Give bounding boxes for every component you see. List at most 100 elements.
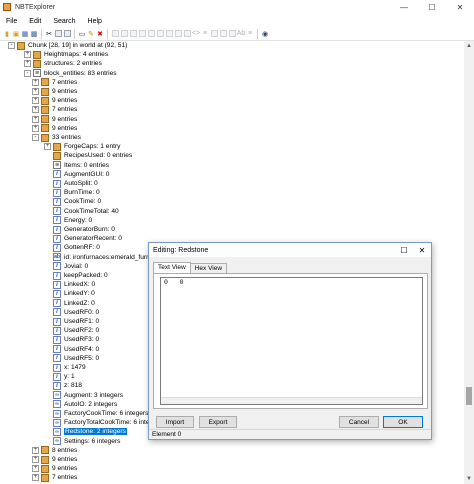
tab-text-view[interactable]: Text View bbox=[153, 262, 191, 273]
dialog-maximize-button[interactable]: ☐ bbox=[395, 243, 413, 257]
expand-icon[interactable]: + bbox=[32, 456, 39, 463]
tree-node[interactable]: - block_entities: 83 entries bbox=[24, 69, 117, 78]
tree-scrollbar[interactable]: ▲ ▼ bbox=[464, 41, 474, 484]
scroll-down-icon[interactable]: ▼ bbox=[464, 474, 474, 484]
expand-icon[interactable]: + bbox=[32, 78, 39, 86]
expand-icon[interactable]: + bbox=[44, 143, 51, 151]
tree-node[interactable]: i Energy: 0 bbox=[44, 216, 92, 225]
save-icon[interactable]: ▦ bbox=[21, 29, 29, 38]
tree-node[interactable]: +9 entries bbox=[32, 87, 77, 96]
scrollbar-thumb[interactable] bbox=[466, 387, 472, 405]
scroll-up-icon[interactable]: ▲ bbox=[464, 41, 474, 51]
tree-node[interactable]: i keepPacked: 0 bbox=[44, 271, 108, 280]
tree-node[interactable]: ab id: ironfurnaces:emerald_furnace bbox=[44, 253, 160, 262]
add-int-array-icon[interactable] bbox=[174, 29, 182, 38]
tree-node[interactable]: - 33 entries bbox=[32, 133, 81, 142]
delete-icon[interactable]: ✖ bbox=[96, 29, 104, 38]
cut-icon[interactable]: ✂ bbox=[45, 29, 53, 38]
add-compound-icon[interactable] bbox=[210, 29, 218, 38]
add-string-icon[interactable]: <> bbox=[192, 29, 200, 38]
tree-node[interactable]: +9 entries bbox=[32, 115, 77, 124]
tree-node[interactable]: + ForgeCaps: 1 entry bbox=[44, 142, 120, 151]
tree-node[interactable]: - Chunk [28, 19] in world at (92, 51) bbox=[8, 41, 127, 50]
expand-icon[interactable]: + bbox=[32, 465, 39, 473]
tree-node[interactable]: i x: 1479 bbox=[44, 363, 86, 372]
tree-node[interactable]: i z: 818 bbox=[44, 381, 82, 390]
tree-node[interactable]: i LinkedY: 0 bbox=[44, 289, 95, 298]
tree-node[interactable]: i UsedRF0: 0 bbox=[44, 308, 99, 317]
expand-icon[interactable]: + bbox=[32, 88, 39, 95]
expand-icon[interactable]: + bbox=[32, 446, 39, 454]
find-icon[interactable]: ◉ bbox=[261, 29, 269, 38]
tree-node[interactable]: +8 entries bbox=[32, 446, 77, 455]
menu-help[interactable]: Help bbox=[82, 18, 108, 25]
tree-node[interactable]: + Heightmaps: 4 entries bbox=[24, 50, 108, 59]
textarea-hscrollbar[interactable] bbox=[161, 397, 422, 404]
menu-search[interactable]: Search bbox=[47, 18, 81, 25]
close-button[interactable]: ✕ bbox=[446, 0, 474, 14]
collapse-icon[interactable]: - bbox=[8, 42, 15, 49]
tree-node[interactable]: i GeneratorRecent: 0 bbox=[44, 234, 122, 243]
tree-node[interactable]: i UsedRF3: 0 bbox=[44, 335, 99, 344]
add-int-icon[interactable] bbox=[129, 29, 137, 38]
tree-node[interactable]: ∞ FactoryCookTime: 6 integers bbox=[44, 409, 148, 418]
collapse-icon[interactable]: - bbox=[24, 69, 31, 77]
tree-node[interactable]: ∞ FactoryTotalCookTime: 6 integers bbox=[44, 418, 162, 427]
add-list-icon[interactable]: ≡ bbox=[201, 29, 209, 38]
tree-node[interactable]: RecipesUsed: 0 entries bbox=[44, 151, 132, 160]
menu-file[interactable]: File bbox=[0, 18, 23, 25]
tree-node[interactable]: i y: 1 bbox=[44, 372, 75, 381]
expand-icon[interactable]: + bbox=[32, 97, 39, 105]
menu-edit[interactable]: Edit bbox=[23, 18, 47, 25]
paste-icon[interactable] bbox=[63, 29, 71, 38]
expand-icon[interactable]: + bbox=[24, 60, 31, 68]
add-short-icon[interactable] bbox=[120, 29, 128, 38]
tree-node[interactable]: i BurnTime: 0 bbox=[44, 188, 100, 197]
rename-icon[interactable]: ▭ bbox=[78, 29, 86, 38]
copy-icon[interactable] bbox=[54, 29, 62, 38]
tree-node[interactable]: ∞ Settings: 6 integers bbox=[44, 437, 120, 446]
open-icon[interactable]: ▮ bbox=[3, 29, 11, 38]
tree-node[interactable]: +7 entries bbox=[32, 105, 77, 114]
tree-node[interactable]: +9 entries bbox=[32, 464, 77, 473]
add-text-icon[interactable]: Ab bbox=[237, 29, 246, 38]
tree-node[interactable]: + structures: 2 entries bbox=[24, 59, 102, 68]
add-int2-icon[interactable] bbox=[228, 29, 236, 38]
expand-icon[interactable]: + bbox=[32, 474, 39, 482]
tree-node[interactable]: i CookTime: 0 bbox=[44, 197, 101, 206]
expand-icon[interactable]: + bbox=[32, 124, 39, 132]
expand-icon[interactable]: + bbox=[32, 115, 39, 123]
add-byte2-icon[interactable] bbox=[219, 29, 227, 38]
tree-node[interactable]: i GeneratorBurn: 0 bbox=[44, 225, 115, 234]
tree-node[interactable]: i LinkedZ: 0 bbox=[44, 299, 95, 308]
tab-hex-view[interactable]: Hex View bbox=[189, 263, 228, 273]
add-long-icon[interactable] bbox=[138, 29, 146, 38]
add-long-array-icon[interactable] bbox=[183, 29, 191, 38]
tree-node[interactable]: ∞ Augment: 3 integers bbox=[44, 391, 123, 400]
edit-icon[interactable]: ✎ bbox=[87, 29, 95, 38]
add-byte-icon[interactable] bbox=[111, 29, 119, 38]
tree-node[interactable]: +9 entries bbox=[32, 96, 77, 105]
tree-node[interactable]: i GottenRF: 0 bbox=[44, 243, 100, 252]
expand-icon[interactable]: + bbox=[32, 106, 39, 114]
tree-node[interactable]: +7 entries bbox=[32, 78, 77, 87]
add-double-icon[interactable] bbox=[156, 29, 164, 38]
tree-node[interactable]: i UsedRF4: 0 bbox=[44, 345, 99, 354]
collapse-icon[interactable]: - bbox=[32, 134, 39, 141]
tree-node[interactable]: i AutoSplit: 0 bbox=[44, 179, 98, 188]
tree-node[interactable]: ∞ Redstone: 2 integers bbox=[44, 427, 127, 436]
dialog-close-button[interactable]: ✕ bbox=[413, 243, 431, 257]
ok-button[interactable]: OK bbox=[383, 416, 423, 428]
tree-node[interactable]: i UsedRF2: 0 bbox=[44, 326, 99, 335]
import-button[interactable]: Import bbox=[156, 416, 194, 428]
tree-node[interactable]: +9 entries bbox=[32, 124, 77, 133]
maximize-button[interactable]: ☐ bbox=[418, 0, 446, 14]
add-list2-icon[interactable]: ≡ bbox=[246, 29, 254, 38]
value-textarea[interactable]: 0 0 bbox=[160, 277, 423, 405]
tree-node[interactable]: i Jovial: 0 bbox=[44, 262, 88, 271]
cancel-button[interactable]: Cancel bbox=[339, 416, 379, 428]
tree-node[interactable]: i AugmentGUI: 0 bbox=[44, 170, 109, 179]
tree-node[interactable]: i UsedRF1: 0 bbox=[44, 317, 99, 326]
minimize-button[interactable]: — bbox=[390, 0, 418, 14]
refresh-icon[interactable]: ▩ bbox=[30, 29, 38, 38]
